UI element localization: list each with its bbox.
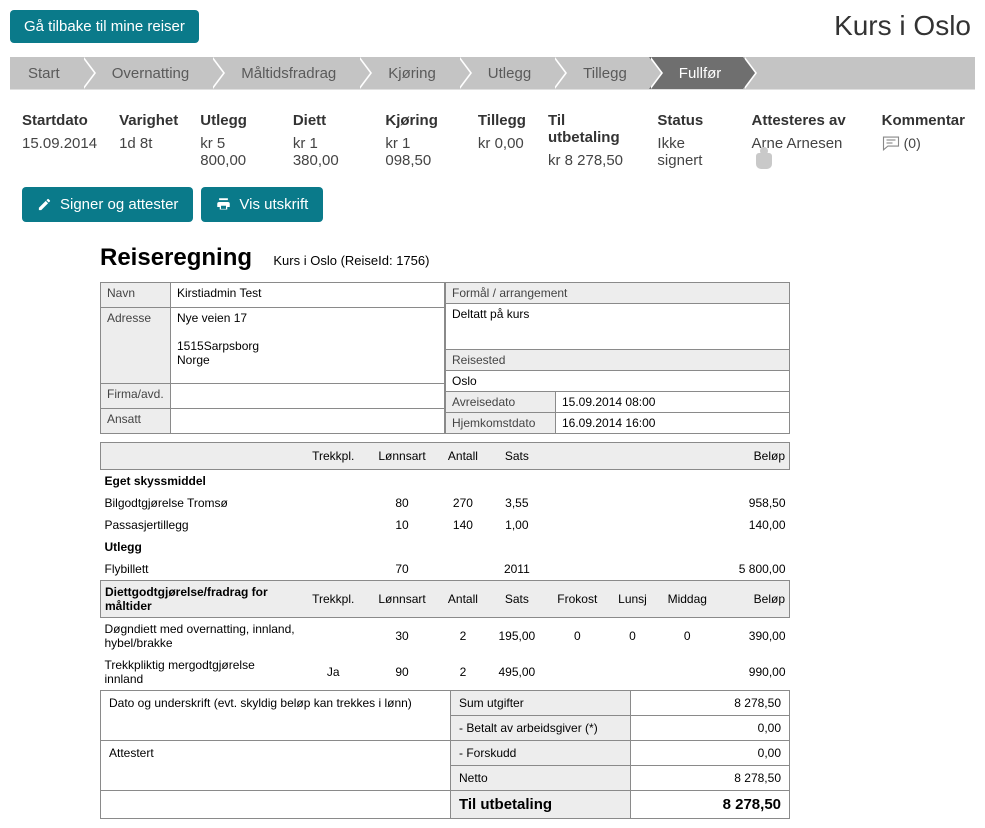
- summary-value: 15.09.2014: [22, 135, 97, 152]
- summary-value: kr 8 278,50: [548, 152, 635, 169]
- back-button-label: Gå tilbake til mine reiser: [24, 18, 185, 35]
- summary-value: kr 1 098,50: [385, 135, 456, 169]
- formal-label: Formål / arrangement: [446, 283, 790, 304]
- formal-value: Deltatt på kurs: [446, 304, 790, 350]
- summary-label: Utlegg: [200, 112, 271, 129]
- wizard-step-kjøring[interactable]: Kjøring: [358, 57, 458, 89]
- summary-value: Arne Arnesen: [752, 135, 860, 169]
- report-sheet: Reiseregning Kurs i Oslo (ReiseId: 1756)…: [100, 244, 790, 819]
- section-heading: Eget skyssmiddel: [101, 470, 790, 493]
- table-row: Trekkpliktig mergodtgjørelse innlandJa90…: [101, 654, 790, 690]
- totals-table: Dato og underskrift (evt. skyldig beløp …: [100, 690, 790, 819]
- sign-attest-button[interactable]: Signer og attester: [22, 187, 193, 222]
- wizard-step-fullfør[interactable]: Fullfør: [649, 57, 744, 89]
- summary-row: Startdato 15.09.2014 Varighet 1d 8t Utlegg kr…: [0, 90, 985, 187]
- grand-value: 8 278,50: [631, 791, 790, 819]
- table-row: Døgndiett med overnatting, innland, hybe…: [101, 618, 790, 655]
- section-heading: Utlegg: [101, 536, 790, 558]
- print-button[interactable]: Vis utskrift: [201, 187, 323, 222]
- ansatt-value: [171, 408, 445, 433]
- summary-label: Varighet: [119, 112, 178, 129]
- summary-col: Attesteres av Arne Arnesen: [752, 112, 860, 169]
- summary-label: Til utbetaling: [548, 112, 635, 146]
- summary-value: Ikke signert: [657, 135, 729, 169]
- summary-label: Diett: [293, 112, 364, 129]
- summary-label: Attesteres av: [752, 112, 860, 129]
- pen-icon: [37, 197, 52, 212]
- avreise-label: Avreisedato: [446, 392, 556, 413]
- summary-label: Tillegg: [478, 112, 526, 129]
- page-title: Kurs i Oslo: [834, 10, 975, 42]
- hjem-value: 16.09.2014 16:00: [556, 413, 790, 434]
- summary-label: Kommentar: [882, 112, 965, 129]
- print-label: Vis utskrift: [239, 196, 308, 213]
- firma-value: [171, 383, 445, 408]
- table-row: Passasjertillegg101401,00140,00: [101, 514, 790, 536]
- firma-label: Firma/avd.: [101, 383, 171, 408]
- summary-value: 1d 8t: [119, 135, 178, 152]
- wizard-step-tillegg[interactable]: Tillegg: [553, 57, 649, 89]
- sign-cell: Dato og underskrift (evt. skyldig beløp …: [101, 691, 451, 741]
- reisested-label: Reisested: [446, 350, 790, 371]
- adresse-value: Nye veien 17 1515Sarpsborg Norge: [171, 308, 445, 384]
- wizard-step-måltidsfradrag[interactable]: Måltidsfradrag: [211, 57, 358, 89]
- printer-icon: [216, 197, 231, 212]
- hjem-label: Hjemkomstdato: [446, 413, 556, 434]
- summary-col: Til utbetaling kr 8 278,50: [548, 112, 635, 169]
- wizard-steps: StartOvernattingMåltidsfradragKjøringUtl…: [10, 57, 975, 89]
- person-icon: [756, 153, 772, 169]
- summary-label: Startdato: [22, 112, 97, 129]
- wizard-step-overnatting[interactable]: Overnatting: [82, 57, 212, 89]
- ansatt-label: Ansatt: [101, 408, 171, 433]
- summary-col: Varighet 1d 8t: [119, 112, 178, 169]
- summary-col: Startdato 15.09.2014: [22, 112, 97, 169]
- summary-col: Tillegg kr 0,00: [478, 112, 526, 169]
- adresse-label: Adresse: [101, 308, 171, 384]
- summary-label: Status: [657, 112, 729, 129]
- reisested-value: Oslo: [446, 371, 790, 392]
- table-row: Bilgodtgjørelse Tromsø802703,55958,50: [101, 492, 790, 514]
- grand-label: Til utbetaling: [451, 791, 631, 819]
- navn-label: Navn: [101, 283, 171, 308]
- comments-link[interactable]: (0): [882, 135, 921, 151]
- diett-header: Diettgodtgjørelse/fradrag for måltiderTr…: [101, 581, 790, 618]
- sheet-subtitle: Kurs i Oslo (ReiseId: 1756): [273, 253, 429, 268]
- sign-attest-label: Signer og attester: [60, 196, 178, 213]
- summary-value: kr 5 800,00: [200, 135, 271, 169]
- avreise-value: 15.09.2014 08:00: [556, 392, 790, 413]
- summary-value: kr 1 380,00: [293, 135, 364, 169]
- comment-icon: [882, 135, 900, 151]
- wizard-step-start[interactable]: Start: [10, 57, 82, 89]
- summary-col: Kommentar (0): [882, 112, 965, 169]
- sheet-title: Reiseregning: [100, 244, 252, 272]
- summary-label: Kjøring: [385, 112, 456, 129]
- lines-table: Trekkpl. Lønnsart Antall Sats Beløp Eget…: [100, 442, 790, 690]
- wizard-step-utlegg[interactable]: Utlegg: [458, 57, 553, 89]
- attestert-cell: Attestert: [101, 741, 451, 791]
- summary-col: Kjøring kr 1 098,50: [385, 112, 456, 169]
- navn-value: Kirstiadmin Test: [171, 283, 445, 308]
- summary-col: Diett kr 1 380,00: [293, 112, 364, 169]
- table-row: Flybillett7020115 800,00: [101, 558, 790, 581]
- summary-col: Utlegg kr 5 800,00: [200, 112, 271, 169]
- back-button[interactable]: Gå tilbake til mine reiser: [10, 10, 199, 43]
- summary-value: kr 0,00: [478, 135, 526, 152]
- summary-col: Status Ikke signert: [657, 112, 729, 169]
